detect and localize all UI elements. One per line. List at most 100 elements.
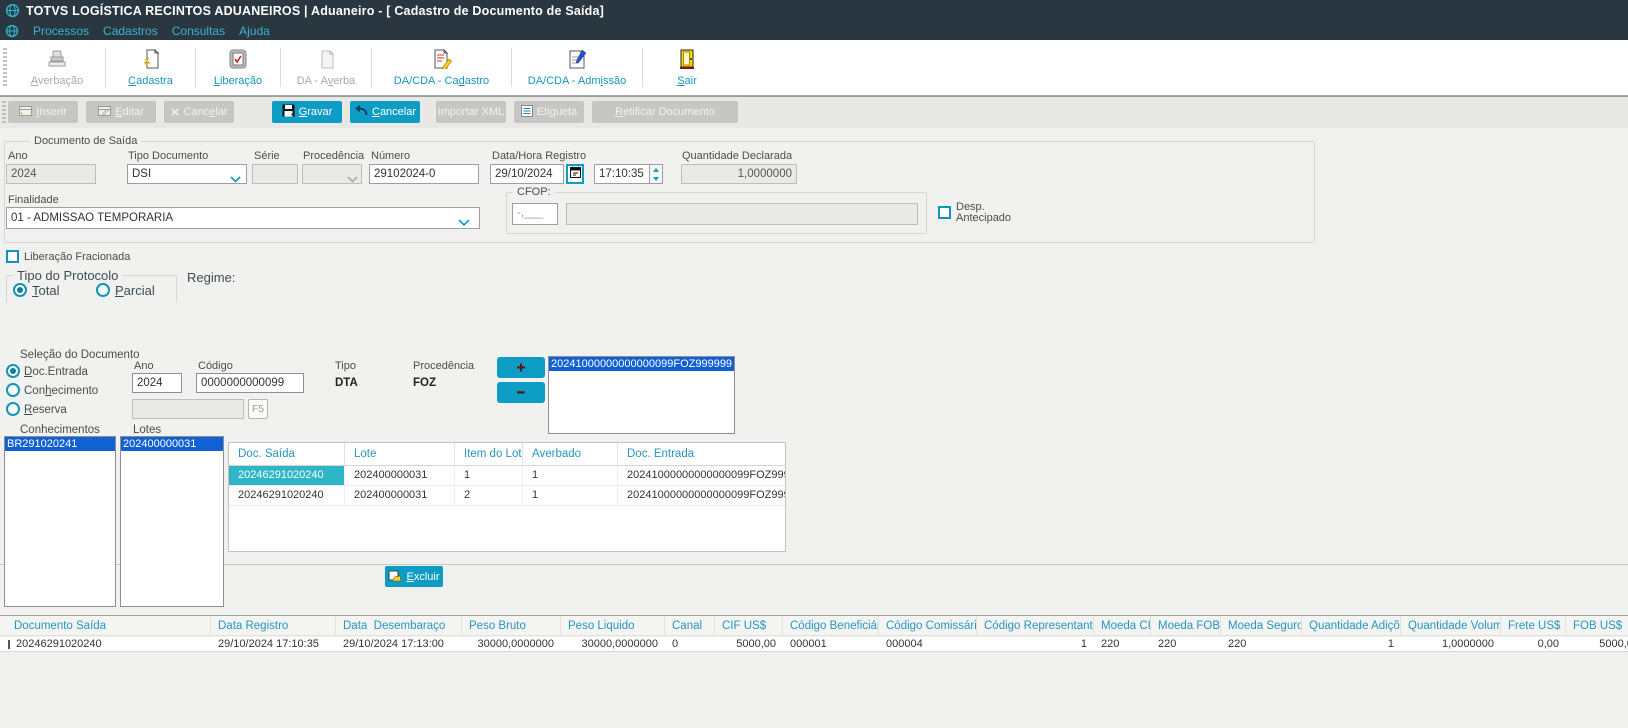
numero-field[interactable]: 29102024-0 <box>369 164 479 184</box>
cell-doc-entrada[interactable]: 20241000000000000099FOZ999999 <box>618 466 785 485</box>
toolbar-grip[interactable] <box>3 48 7 87</box>
grid-row[interactable]: 20246291020240 29/10/2024 17:10:35 29/10… <box>0 637 1628 652</box>
importar-xml-button[interactable]: Importar XML <box>436 101 506 123</box>
data-registro-field[interactable]: 29/10/2024 <box>490 164 564 184</box>
ano-field[interactable]: 2024 <box>6 164 96 184</box>
cfop-mask-field[interactable]: -,___ <box>512 203 558 225</box>
lotes-listbox[interactable]: 202400000031 <box>120 436 224 607</box>
toolbar-button-da-averba[interactable]: DA - Averba <box>281 40 371 95</box>
hand-delete-icon <box>388 569 402 585</box>
grid-cell-fob-usd[interactable]: 5000,00 <box>1566 637 1628 651</box>
remove-document-button[interactable]: − <box>497 382 545 403</box>
cell-averbado[interactable]: 1 <box>523 486 618 505</box>
cell-item-do-lote[interactable]: 2 <box>455 486 523 505</box>
cell-averbado[interactable]: 1 <box>523 466 618 485</box>
spinner-up-icon[interactable] <box>653 167 659 172</box>
cell-lote[interactable]: 202400000031 <box>345 466 455 485</box>
command-bar-grip[interactable] <box>2 101 6 123</box>
add-document-button[interactable]: + <box>497 357 545 378</box>
excluir-button[interactable]: Excluir <box>385 566 443 587</box>
chevron-down-icon[interactable] <box>458 214 470 232</box>
editar-button[interactable]: Editar <box>86 101 156 123</box>
table-row[interactable]: 20246291020240 202400000031 1 1 20241000… <box>229 466 785 486</box>
serie-field[interactable] <box>252 164 298 184</box>
conhecimentos-listbox[interactable]: BR291020241 <box>4 436 116 607</box>
time-spinner[interactable] <box>650 164 663 184</box>
conhecimento-list-item[interactable]: BR291020241 <box>5 437 115 451</box>
hora-registro-field[interactable]: 17:10:35 <box>594 164 650 184</box>
grid-column-codigo-representante: Código Representante <box>977 616 1094 635</box>
cfop-descricao-field[interactable] <box>566 203 918 225</box>
grid-cell-moeda-fob[interactable]: 220 <box>1151 637 1221 651</box>
grid-cell-codigo-representante[interactable]: 1 <box>977 637 1094 651</box>
menu-item-consultas[interactable]: Consultas <box>172 24 225 38</box>
tipo-protocolo-group-label: Tipo do Protocolo <box>13 268 123 283</box>
grid-cell-peso-bruto[interactable]: 30000,0000000 <box>462 637 561 651</box>
grid-cell-data-desembaraco[interactable]: 29/10/2024 17:13:00 <box>336 637 462 651</box>
tipo-documento-combo[interactable]: DSI <box>127 164 247 184</box>
protocolo-total-label: Total <box>32 283 60 298</box>
grid-cell-moeda-cif[interactable]: 220 <box>1094 637 1151 651</box>
reserva-radio[interactable] <box>6 402 20 416</box>
chevron-down-icon[interactable] <box>347 170 358 188</box>
documento-list-item[interactable]: 20241000000000000099FOZ999999 <box>549 357 734 371</box>
grid-cell-moeda-seguro[interactable]: 220 <box>1221 637 1302 651</box>
serie-label: Série <box>254 150 280 162</box>
grid-cell-frete-usd[interactable]: 0,00 <box>1501 637 1566 651</box>
toolbar-button-dacda-admissao[interactable]: DA/CDA - Admissão <box>512 40 642 95</box>
finalidade-combo[interactable]: 01 - ADMISSAO TEMPORARIA <box>6 207 480 229</box>
cancelar-edicao-button[interactable]: ✕ Cancelar <box>164 101 234 123</box>
itens-table: Doc. Saída Lote Item do Lote Averbado Do… <box>228 442 786 552</box>
grid-cell-codigo-comissaria[interactable]: 000004 <box>879 637 977 651</box>
calendar-button[interactable] <box>566 164 584 184</box>
documentos-listbox[interactable]: 20241000000000000099FOZ999999 <box>548 356 735 434</box>
grid-column-moeda-cif: Moeda CIF <box>1094 616 1151 635</box>
grid-cell-quantidade-adicoes[interactable]: 1 <box>1302 637 1401 651</box>
grid-cell-documento-saida[interactable]: 20246291020240 <box>0 637 211 651</box>
grid-cell-cif-usd[interactable]: 5000,00 <box>715 637 783 651</box>
grid-cell-data-registro[interactable]: 29/10/2024 17:10:35 <box>211 637 336 651</box>
grid-cell-quantidade-volumes[interactable]: 1,0000000 <box>1401 637 1501 651</box>
menu-item-processos[interactable]: Processos <box>33 24 89 38</box>
inserir-button[interactable]: Inserir <box>8 101 78 123</box>
retificar-documento-button[interactable]: Retificar Documento <box>592 101 738 123</box>
menu-item-cadastros[interactable]: Cadastros <box>103 24 158 38</box>
chevron-down-icon[interactable] <box>230 170 241 188</box>
cell-doc-saida[interactable]: 20246291020240 <box>229 486 345 505</box>
f5-button[interactable]: F5 <box>248 399 268 419</box>
liberacao-fracionada-checkbox[interactable] <box>6 250 19 263</box>
grid-cell-canal[interactable]: 0 <box>665 637 715 651</box>
protocolo-parcial-radio[interactable] <box>96 283 110 297</box>
lote-list-item[interactable]: 202400000031 <box>121 437 223 451</box>
selecao-codigo-field[interactable]: 0000000000099 <box>196 373 304 393</box>
cell-item-do-lote[interactable]: 1 <box>455 466 523 485</box>
documento-saida-group-label: Documento de Saída <box>30 135 142 147</box>
reserva-field[interactable] <box>132 399 244 419</box>
quantidade-declarada-field[interactable]: 1,0000000 <box>681 164 797 184</box>
cancelar-button[interactable]: Cancelar <box>350 101 420 123</box>
cell-lote[interactable]: 202400000031 <box>345 486 455 505</box>
stamp-icon <box>47 49 67 72</box>
table-row[interactable]: 20246291020240 202400000031 2 1 20241000… <box>229 486 785 506</box>
grid-column-data-registro: Data Registro <box>211 616 336 635</box>
toolbar-button-averbacao[interactable]: Averbação <box>9 40 105 95</box>
doc-entrada-radio[interactable] <box>6 364 20 378</box>
protocolo-total-radio[interactable] <box>13 283 27 297</box>
cell-doc-entrada[interactable]: 20241000000000000099FOZ999999 <box>618 486 785 505</box>
toolbar-button-sair[interactable]: Sair <box>643 40 731 95</box>
conhecimento-radio[interactable] <box>6 383 20 397</box>
grid-column-cif-usd: CIF US$ <box>715 616 783 635</box>
etiqueta-button[interactable]: Etiqueta <box>514 101 584 123</box>
grid-cell-codigo-beneficiario[interactable]: 000001 <box>783 637 879 651</box>
selecao-ano-field[interactable]: 2024 <box>132 373 182 393</box>
cell-doc-saida[interactable]: 20246291020240 <box>229 466 345 485</box>
gravar-button[interactable]: Gravar <box>272 101 342 123</box>
menu-item-ajuda[interactable]: Ajuda <box>239 24 270 38</box>
spinner-down-icon[interactable] <box>653 176 659 181</box>
toolbar-button-dacda-cadastro[interactable]: DA/CDA - Cadastro <box>372 40 511 95</box>
grid-column-data-desembaraco: Data Desembaraço <box>336 616 462 635</box>
toolbar-button-cadastra[interactable]: Cadastra <box>106 40 195 95</box>
desp-antecipado-checkbox[interactable] <box>938 206 951 219</box>
toolbar-button-liberacao[interactable]: Liberação <box>196 40 280 95</box>
grid-cell-peso-liquido[interactable]: 30000,0000000 <box>561 637 665 651</box>
